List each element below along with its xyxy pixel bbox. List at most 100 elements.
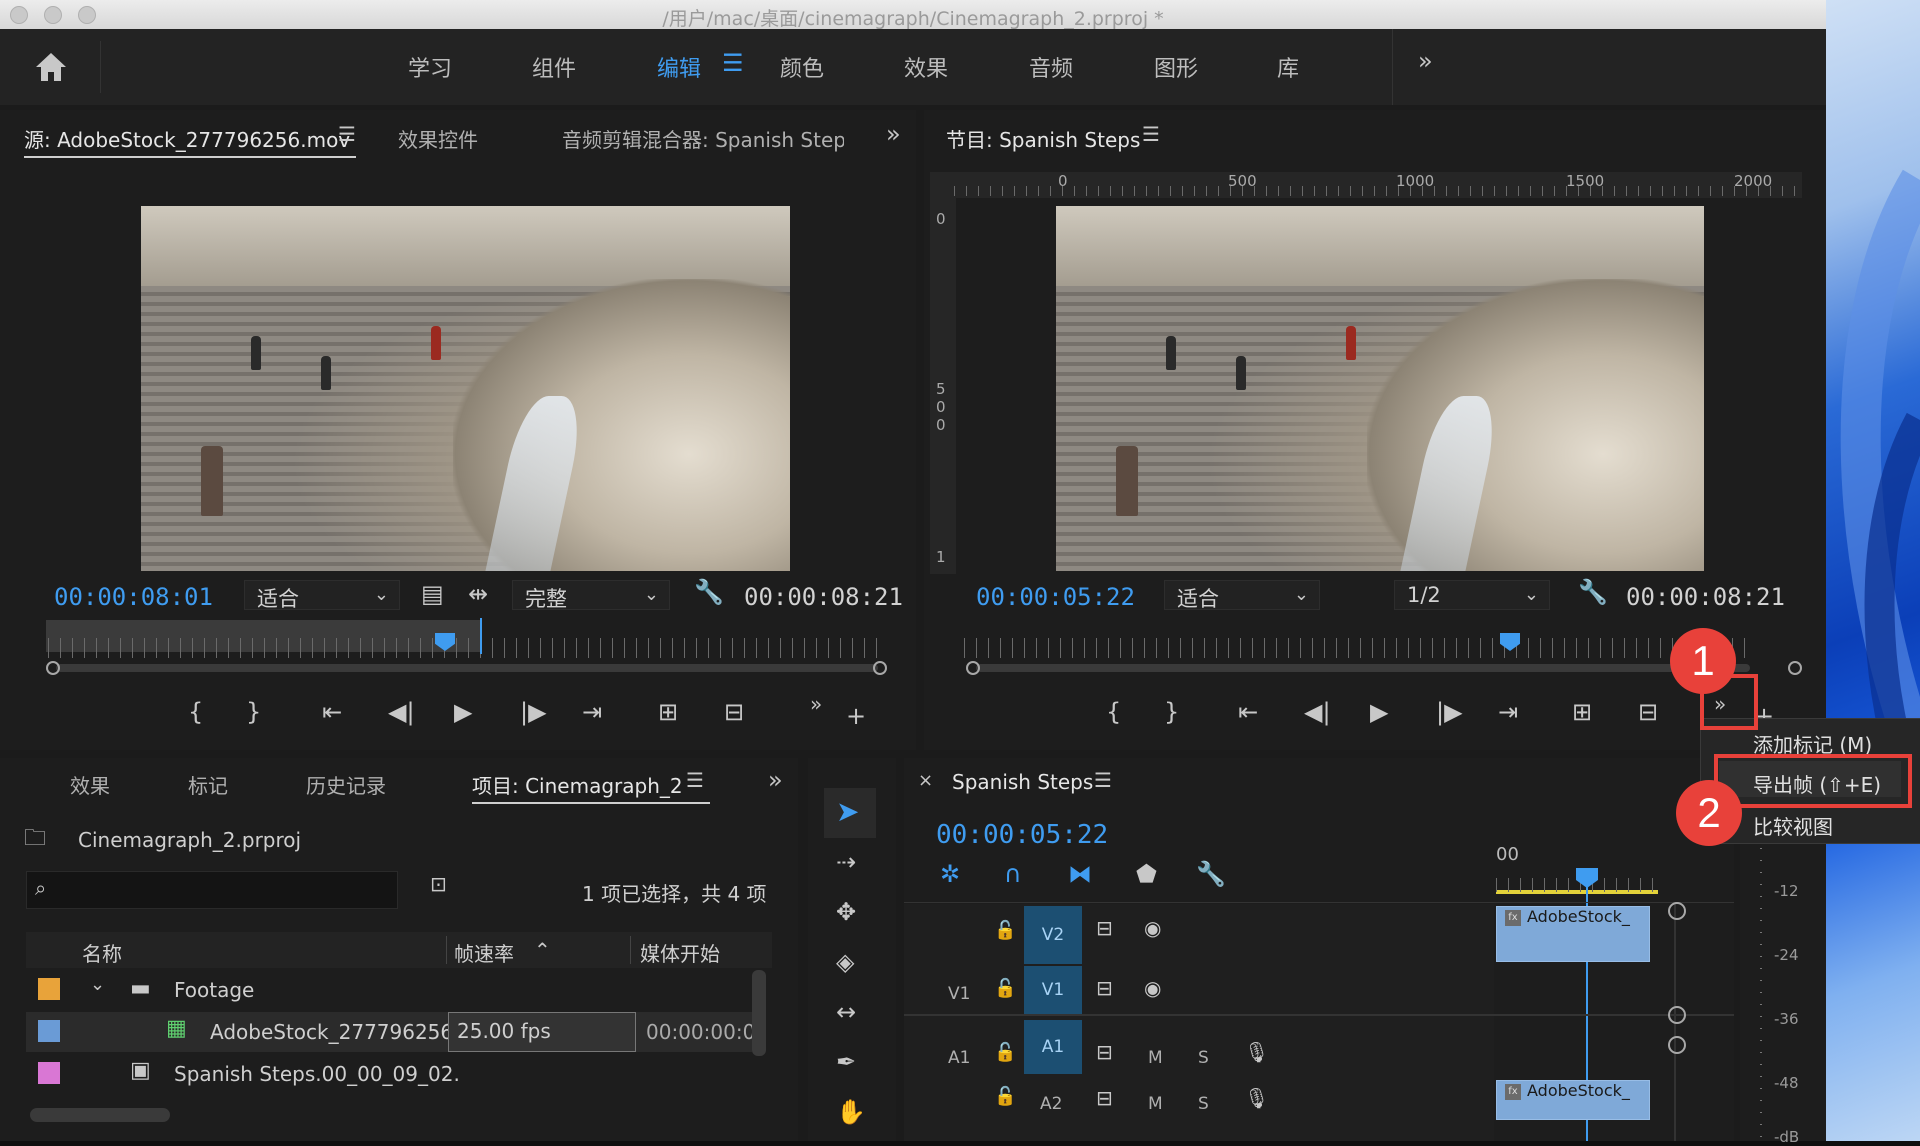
program-title[interactable]: 节目: Spanish Steps bbox=[946, 124, 1140, 153]
add-button-icon[interactable]: + bbox=[846, 704, 866, 728]
timeline-timecode[interactable]: 00:00:05:22 bbox=[936, 820, 1108, 850]
eye-icon[interactable]: ◉ bbox=[1144, 978, 1161, 998]
video-clip[interactable]: fx AdobeStock_ bbox=[1496, 906, 1650, 962]
extract-icon[interactable]: ⊟ bbox=[1638, 700, 1658, 724]
list-item-selected[interactable]: ▦ AdobeStock_277796256.i 25.00 fps 00:00… bbox=[26, 1012, 752, 1052]
more-tabs-icon[interactable]: » bbox=[886, 122, 901, 146]
drag-video-audio-icon[interactable]: ⇹ bbox=[468, 582, 488, 606]
workspace-graphics[interactable]: 图形 bbox=[1154, 51, 1198, 83]
pen-tool-icon[interactable]: ✒ bbox=[836, 1050, 856, 1074]
vertical-scrollbar[interactable] bbox=[752, 970, 766, 1056]
more-tabs-icon[interactable]: » bbox=[768, 768, 783, 792]
workspace-learn[interactable]: 学习 bbox=[408, 51, 452, 83]
audio-clip[interactable]: fx AdobeStock_ bbox=[1496, 1080, 1650, 1120]
video-scroll-end-handle[interactable] bbox=[1668, 1006, 1686, 1024]
go-to-in-icon[interactable]: ⇤ bbox=[322, 700, 342, 724]
step-forward-icon[interactable]: |▶ bbox=[1436, 700, 1463, 724]
mark-in-icon[interactable]: { bbox=[188, 700, 203, 724]
frame-rate-field[interactable]: 25.00 fps bbox=[448, 1012, 636, 1052]
program-resolution-dropdown[interactable]: 1/2 ⌄ bbox=[1394, 580, 1550, 610]
audio-scroll-start-handle[interactable] bbox=[1668, 1036, 1686, 1054]
solo-button[interactable]: S bbox=[1198, 1048, 1209, 1068]
scrollbar-end-handle[interactable] bbox=[1788, 661, 1802, 675]
panel-menu-icon[interactable]: ☰ bbox=[338, 124, 356, 144]
timeline-settings-icon[interactable]: 🔧 bbox=[1196, 862, 1226, 886]
list-item[interactable]: ▣ Spanish Steps.00_00_09_02. bbox=[26, 1054, 772, 1094]
workspace-effects[interactable]: 效果 bbox=[904, 51, 948, 83]
source-current-timecode[interactable]: 00:00:08:01 bbox=[54, 583, 213, 611]
home-icon[interactable] bbox=[34, 51, 68, 83]
source-zoom-dropdown[interactable]: 适合 ⌄ bbox=[244, 580, 400, 611]
wrench-icon[interactable]: 🔧 bbox=[1578, 580, 1608, 604]
sort-ascending-icon[interactable]: ⌃ bbox=[534, 940, 551, 960]
lift-icon[interactable]: ⊞ bbox=[1572, 700, 1592, 724]
solo-button[interactable]: S bbox=[1198, 1094, 1209, 1114]
track-source-a1[interactable]: A1 bbox=[948, 1048, 970, 1068]
column-media-start[interactable]: 媒体开始 bbox=[640, 938, 720, 967]
mark-out-icon[interactable]: } bbox=[1164, 700, 1179, 724]
add-marker-icon[interactable]: ⬟ bbox=[1136, 862, 1157, 886]
track-source-v1[interactable]: V1 bbox=[948, 984, 970, 1004]
panel-menu-icon[interactable]: ☰ bbox=[1142, 124, 1160, 144]
workspace-editing[interactable]: 编辑 bbox=[657, 51, 701, 83]
step-back-icon[interactable]: ◀| bbox=[1304, 700, 1331, 724]
more-controls-icon[interactable]: » bbox=[810, 694, 822, 714]
column-name[interactable]: 名称 bbox=[82, 938, 122, 967]
nest-toggle-icon[interactable]: ✲ bbox=[940, 862, 960, 886]
track-select-tool-icon[interactable]: ⇢ bbox=[836, 850, 856, 874]
go-to-out-icon[interactable]: ⇥ bbox=[582, 700, 602, 724]
sync-lock-icon[interactable]: ⊟ bbox=[1096, 918, 1113, 938]
tab-markers[interactable]: 标记 bbox=[188, 770, 228, 799]
program-zoom-scrollbar[interactable] bbox=[976, 664, 1750, 672]
label-color-swatch[interactable] bbox=[38, 1020, 60, 1042]
track-target-a2[interactable]: A2 bbox=[1040, 1094, 1062, 1114]
chevron-down-icon[interactable]: ⌄ bbox=[90, 976, 105, 994]
menu-item-comparison-view[interactable]: 比较视图 bbox=[1753, 811, 1833, 840]
tab-effect-controls[interactable]: 效果控件 bbox=[398, 124, 478, 153]
tab-effects[interactable]: 效果 bbox=[70, 770, 110, 799]
go-to-out-icon[interactable]: ⇥ bbox=[1498, 700, 1518, 724]
label-color-swatch[interactable] bbox=[38, 978, 60, 1000]
panel-menu-icon[interactable]: ☰ bbox=[686, 770, 704, 790]
source-video-frame[interactable] bbox=[141, 206, 790, 571]
insert-icon[interactable]: ⊞ bbox=[658, 700, 678, 724]
mute-button[interactable]: M bbox=[1148, 1048, 1163, 1068]
filmstrip-icon[interactable]: ▤ bbox=[421, 582, 444, 606]
tab-project[interactable]: 项目: Cinemagraph_2 bbox=[472, 770, 683, 799]
step-forward-icon[interactable]: |▶ bbox=[520, 700, 547, 724]
lock-icon[interactable]: 🔓 bbox=[994, 922, 1016, 940]
lock-icon[interactable]: 🔓 bbox=[994, 980, 1016, 998]
workspace-menu-icon[interactable]: ☰ bbox=[722, 51, 744, 75]
snap-icon[interactable]: ∩ bbox=[1004, 862, 1022, 886]
track-target-v2[interactable]: V2 bbox=[1024, 906, 1082, 964]
list-item[interactable]: ⌄ ▬ Footage bbox=[26, 970, 772, 1010]
razor-tool-icon[interactable]: ◈ bbox=[836, 950, 854, 974]
scrollbar-start-handle[interactable] bbox=[46, 661, 60, 675]
search-input[interactable]: ⌕ bbox=[26, 871, 398, 909]
tab-audio-clip-mixer[interactable]: 音频剪辑混合器: Spanish Step bbox=[562, 124, 844, 153]
eye-icon[interactable]: ◉ bbox=[1144, 918, 1161, 938]
program-time-ruler[interactable] bbox=[964, 638, 1754, 658]
lock-icon[interactable]: 🔓 bbox=[994, 1088, 1016, 1106]
step-back-icon[interactable]: ◀| bbox=[388, 700, 415, 724]
slip-tool-icon[interactable]: ↔ bbox=[836, 1000, 856, 1024]
wrench-icon[interactable]: 🔧 bbox=[694, 580, 724, 604]
horizontal-scrollbar[interactable] bbox=[30, 1108, 170, 1122]
go-to-in-icon[interactable]: ⇤ bbox=[1238, 700, 1258, 724]
label-color-swatch[interactable] bbox=[38, 1062, 60, 1084]
tab-history[interactable]: 历史记录 bbox=[306, 770, 386, 799]
program-zoom-dropdown[interactable]: 适合 ⌄ bbox=[1164, 580, 1320, 611]
tab-source[interactable]: 源: AdobeStock_277796256.mov bbox=[24, 124, 350, 153]
play-icon[interactable]: ▶ bbox=[1370, 700, 1388, 724]
linked-selection-icon[interactable]: ⧓ bbox=[1068, 862, 1092, 886]
sync-lock-icon[interactable]: ⊟ bbox=[1096, 1042, 1113, 1062]
sequence-tab[interactable]: Spanish Steps bbox=[952, 770, 1093, 794]
microphone-icon[interactable]: 🎙 bbox=[1244, 1042, 1269, 1062]
sync-lock-icon[interactable]: ⊟ bbox=[1096, 1088, 1113, 1108]
mark-in-icon[interactable]: { bbox=[1106, 700, 1121, 724]
hand-tool-icon[interactable]: ✋ bbox=[836, 1100, 866, 1124]
column-frame-rate[interactable]: 帧速率 bbox=[454, 938, 514, 967]
program-current-timecode[interactable]: 00:00:05:22 bbox=[976, 583, 1135, 611]
source-time-ruler[interactable] bbox=[48, 638, 888, 658]
sync-lock-icon[interactable]: ⊟ bbox=[1096, 978, 1113, 998]
